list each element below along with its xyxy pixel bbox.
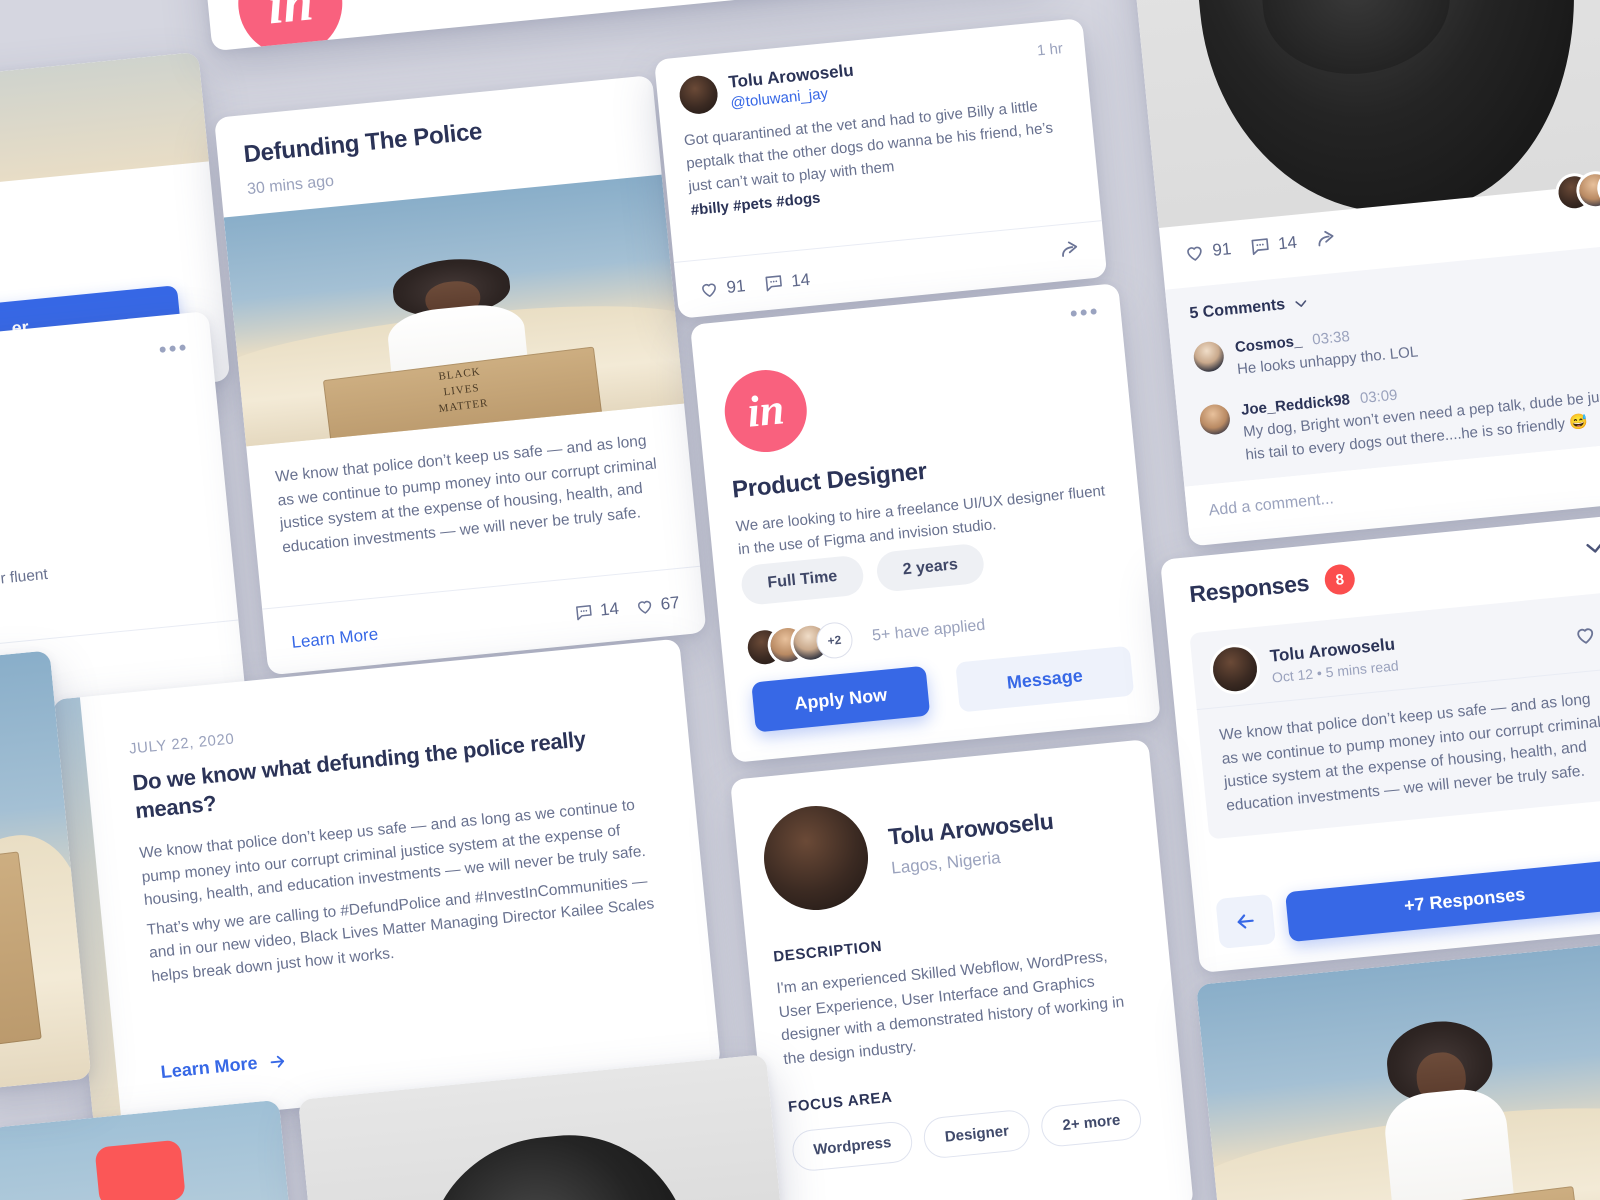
message-label: Message	[1005, 664, 1084, 693]
freedom-card-title: or Freedom,	[0, 204, 189, 263]
defunding-card-body: We know that police don’t keep us safe —…	[274, 432, 658, 556]
heart-outline-icon	[702, 283, 716, 297]
tweet-card: Tolu Arowoselu @toluwani_jay 1 hr Got qu…	[654, 18, 1108, 319]
job-tag[interactable]: 2 years	[875, 542, 986, 593]
like-stat[interactable]: 67	[634, 593, 681, 617]
avatar	[1210, 645, 1260, 694]
tweet-comment-stat[interactable]: 14	[762, 269, 811, 294]
company-name: pp Inc.	[0, 385, 192, 445]
invision-logo: in	[720, 366, 811, 456]
back-button[interactable]	[1215, 893, 1276, 949]
bottom-video-image	[0, 1099, 293, 1200]
profile-card: Tolu Arowoselu Lagos, Nigeria DESCRIPTIO…	[730, 739, 1194, 1200]
bottom-blm-image: BLACK	[1196, 939, 1600, 1200]
focus-tag[interactable]: 2+ more	[1039, 1097, 1144, 1149]
bottom-blm-partial-card: BLACK	[1196, 939, 1600, 1200]
add-comment-input[interactable]: Add a comment...	[1208, 491, 1334, 520]
heart-outline-icon	[1187, 246, 1202, 261]
pug-comment-count: 14	[1277, 232, 1298, 254]
tweet-like-stat[interactable]: 91	[698, 275, 747, 300]
heart-outline-icon	[638, 600, 652, 614]
pug-like-count: 91	[1211, 239, 1233, 260]
comment-time: 03:09	[1359, 386, 1399, 407]
heart-outline-icon[interactable]	[1572, 622, 1598, 648]
like-count: 67	[659, 592, 681, 614]
bottom-video-partial-card	[0, 1099, 293, 1200]
applicants-text: 5+ have applied	[871, 616, 986, 645]
share-arrow-icon[interactable]	[1314, 227, 1340, 253]
tweet-time: 1 hr	[1036, 40, 1064, 60]
tweet-comment-count: 14	[790, 269, 811, 291]
responses-title: Responses	[1188, 569, 1311, 607]
avatar	[677, 74, 720, 116]
defunding-card-image: BLACK LIVES MATTER	[223, 174, 685, 447]
comment-icon	[1251, 238, 1269, 256]
ux-design-job-meta: 3 days ago • 53 applications	[370, 0, 583, 4]
share-arrow-icon[interactable]	[1057, 237, 1083, 263]
message-button[interactable]: Message	[955, 645, 1135, 713]
chevron-down-icon[interactable]	[1582, 534, 1600, 560]
chevron-down-icon	[1295, 300, 1307, 307]
invision-logo: in	[233, 0, 348, 52]
apply-now-label: Apply Now	[793, 684, 888, 714]
pug-post-card: 91 14 +2 5 Comments	[1118, 0, 1600, 547]
article-learn-more-label: Learn More	[159, 1052, 259, 1083]
more-horizontal-icon[interactable]	[1070, 307, 1097, 317]
pug-like-stat[interactable]: 91	[1183, 238, 1233, 265]
avatar	[759, 801, 873, 915]
pug-comment-stat[interactable]: 14	[1248, 232, 1298, 259]
comment-icon	[576, 605, 592, 621]
focus-tag[interactable]: Wordpress	[790, 1120, 915, 1173]
defunding-learn-more-link[interactable]: Learn More	[291, 624, 379, 651]
comment-icon	[765, 275, 782, 292]
product-designer-job-card: in Product Designer We are looking to hi…	[690, 283, 1161, 763]
arrow-left-icon	[1237, 914, 1254, 929]
more-responses-label: +7 Responses	[1403, 883, 1527, 916]
focus-tag[interactable]: Designer	[922, 1108, 1032, 1160]
response-text: We know that police don’t keep us safe —…	[1218, 690, 1600, 815]
responses-badge: 8	[1323, 563, 1357, 596]
responses-card: Responses 8 Tolu Arowoselu Oct 12 • 5 mi…	[1160, 514, 1600, 974]
comments-toggle-label: 5 Comments	[1188, 296, 1286, 323]
apply-now-button[interactable]: Apply Now	[751, 665, 931, 733]
comment-time: 03:38	[1311, 327, 1351, 349]
more-responses-button[interactable]: +7 Responses	[1285, 857, 1600, 943]
defunding-the-police-card: Defunding The Police 30 mins ago BLACK LI…	[214, 75, 707, 676]
comment-stat[interactable]: 14	[573, 599, 620, 623]
mockup-stage: or Freedom, er pp Inc. lance UI/UX desig…	[0, 0, 1600, 1200]
applicant-avatars[interactable]: +2	[746, 620, 855, 667]
tweet-like-count: 91	[725, 275, 747, 297]
response-item: Tolu Arowoselu Oct 12 • 5 mins read We k…	[1189, 591, 1600, 840]
job-tag[interactable]: Full Time	[739, 554, 866, 607]
arrow-right-icon	[270, 1055, 285, 1068]
youtube-play-icon[interactable]	[94, 1139, 186, 1200]
article-learn-more-link[interactable]: Learn More	[160, 1050, 288, 1083]
article-card: JULY 22, 2020 Do we know what defunding …	[52, 638, 721, 1128]
comment-count: 14	[599, 598, 620, 620]
